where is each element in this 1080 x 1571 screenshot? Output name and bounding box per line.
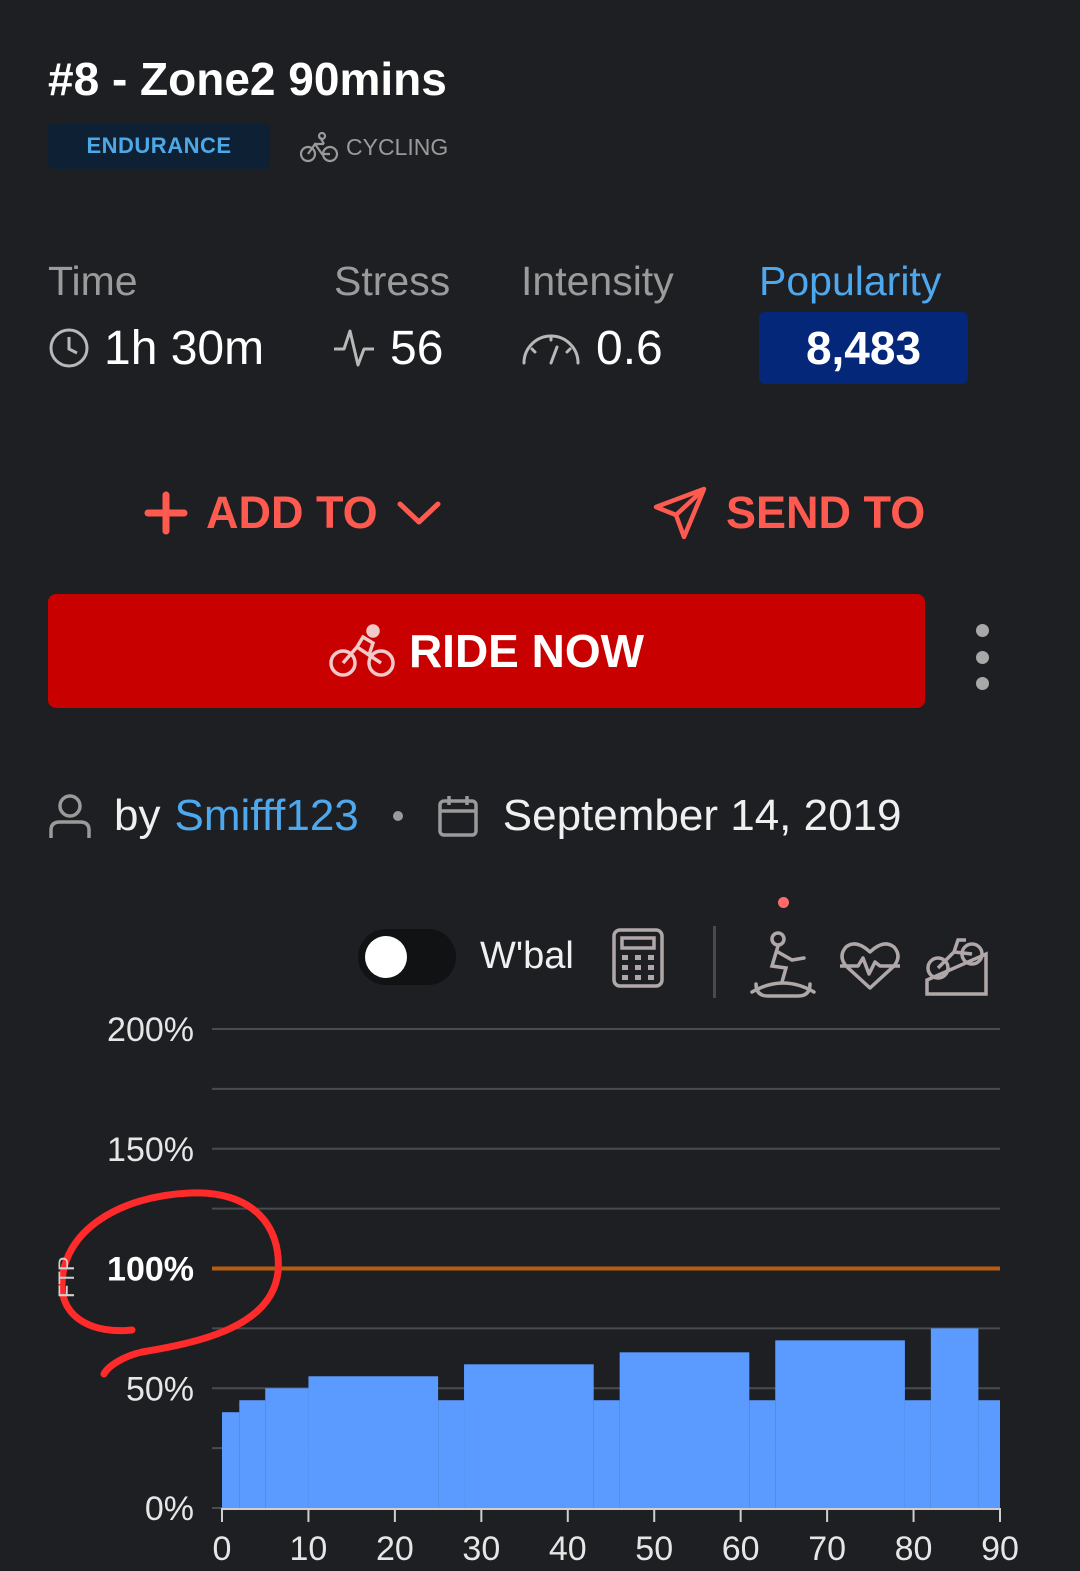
interval-bar: [978, 1400, 1000, 1508]
y-tick-label: 100%: [107, 1251, 194, 1289]
power-chart: 0 10 20 30 40 50 60 70 80 90 0% 50% 100% 150% 200%: [58, 1011, 1019, 1568]
y-tick-label: 200%: [107, 1011, 194, 1049]
y-tick-label: 0%: [145, 1490, 194, 1528]
x-tick-label: 40: [549, 1530, 587, 1568]
y-tick-label: 150%: [107, 1131, 194, 1169]
x-tick-label: 80: [895, 1530, 933, 1568]
x-tick-label: 70: [808, 1530, 846, 1568]
y-tick-label: 50%: [126, 1370, 194, 1408]
interval-bar: [749, 1400, 776, 1508]
interval-bar: [265, 1388, 309, 1508]
x-tick-label: 30: [462, 1530, 500, 1568]
interval-bar: [619, 1352, 750, 1508]
interval-bar: [775, 1340, 905, 1508]
interval-bar: [930, 1328, 979, 1508]
interval-bar: [222, 1412, 240, 1508]
interval-bar: [438, 1400, 465, 1508]
x-tick-label: 0: [213, 1530, 232, 1568]
x-tick-label: 20: [376, 1530, 414, 1568]
interval-bar: [239, 1400, 266, 1508]
y-axis-label: FTP: [54, 1256, 79, 1298]
interval-bar: [904, 1400, 931, 1508]
ftp-axis-label: FTP: [54, 1256, 79, 1298]
x-tick-label: 50: [635, 1530, 673, 1568]
x-tick-label: 90: [981, 1530, 1019, 1568]
x-tick-label: 10: [290, 1530, 328, 1568]
interval-bar: [464, 1364, 594, 1508]
interval-bar: [308, 1376, 439, 1508]
x-tick-label: 60: [722, 1530, 760, 1568]
interval-bar: [593, 1400, 620, 1508]
